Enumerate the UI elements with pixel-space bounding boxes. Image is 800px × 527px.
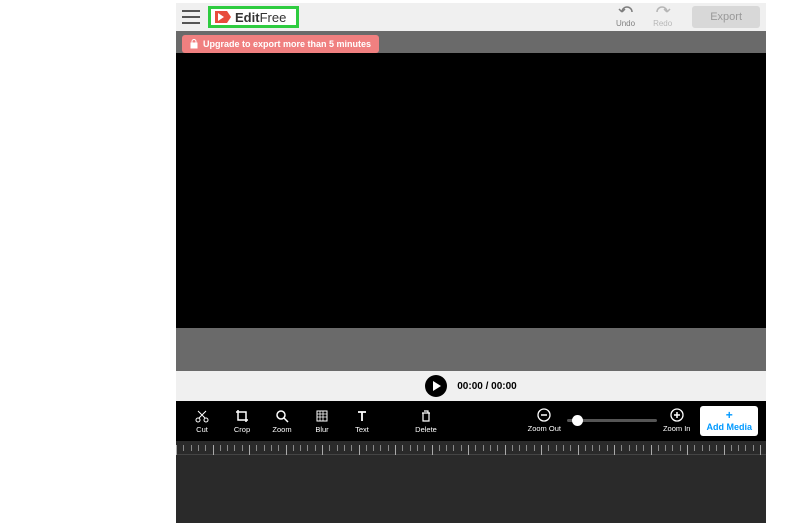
upgrade-banner[interactable]: Upgrade to export more than 5 minutes <box>182 35 379 53</box>
export-button[interactable]: Export <box>692 6 760 28</box>
zoom-controls: Zoom Out Zoom In + Add Media <box>528 406 758 435</box>
plus-circle-icon <box>670 408 684 422</box>
timeline-ruler <box>176 441 766 455</box>
zoom-out-button[interactable]: Zoom Out <box>528 408 561 433</box>
time-display: 00:00 / 00:00 <box>457 381 517 392</box>
text-icon <box>355 409 369 423</box>
app-logo-highlight: EditFree <box>208 6 299 28</box>
plus-icon: + <box>726 409 733 422</box>
playback-bar: 00:00 / 00:00 <box>176 371 766 401</box>
editor-toolbar: Cut Crop Zoom Blur Text Delete Zoom Out <box>176 401 766 441</box>
text-button[interactable]: Text <box>344 409 380 434</box>
undo-icon <box>618 6 634 18</box>
zoom-slider[interactable] <box>567 419 657 422</box>
app-title: EditFree <box>235 10 286 25</box>
video-canvas <box>176 53 766 328</box>
blur-button[interactable]: Blur <box>304 409 340 434</box>
blur-icon <box>315 409 329 423</box>
preview-area <box>176 31 766 371</box>
crop-icon <box>235 409 249 423</box>
undo-redo-group: Undo Redo <box>616 6 672 28</box>
upgrade-text: Upgrade to export more than 5 minutes <box>203 39 371 49</box>
minus-circle-icon <box>537 408 551 422</box>
play-button[interactable] <box>425 375 447 397</box>
add-media-button[interactable]: + Add Media <box>700 406 758 435</box>
cut-button[interactable]: Cut <box>184 409 220 434</box>
zoom-icon <box>275 409 289 423</box>
delete-button[interactable]: Delete <box>408 409 444 434</box>
redo-label: Redo <box>653 19 672 28</box>
trash-icon <box>419 409 433 423</box>
redo-button[interactable]: Redo <box>653 6 672 28</box>
play-logo-icon <box>215 11 231 23</box>
zoom-in-button[interactable]: Zoom In <box>663 408 691 433</box>
crop-button[interactable]: Crop <box>224 409 260 434</box>
undo-label: Undo <box>616 19 635 28</box>
redo-icon <box>655 6 671 18</box>
zoom-button[interactable]: Zoom <box>264 409 300 434</box>
undo-button[interactable]: Undo <box>616 6 635 28</box>
hamburger-menu-icon[interactable] <box>182 10 200 24</box>
scissors-icon <box>195 409 209 423</box>
top-bar: EditFree Undo Redo Export <box>176 3 766 31</box>
timeline[interactable] <box>176 441 766 523</box>
app-window: EditFree Undo Redo Export Upgrade to exp… <box>176 3 766 523</box>
lock-icon <box>190 39 198 49</box>
